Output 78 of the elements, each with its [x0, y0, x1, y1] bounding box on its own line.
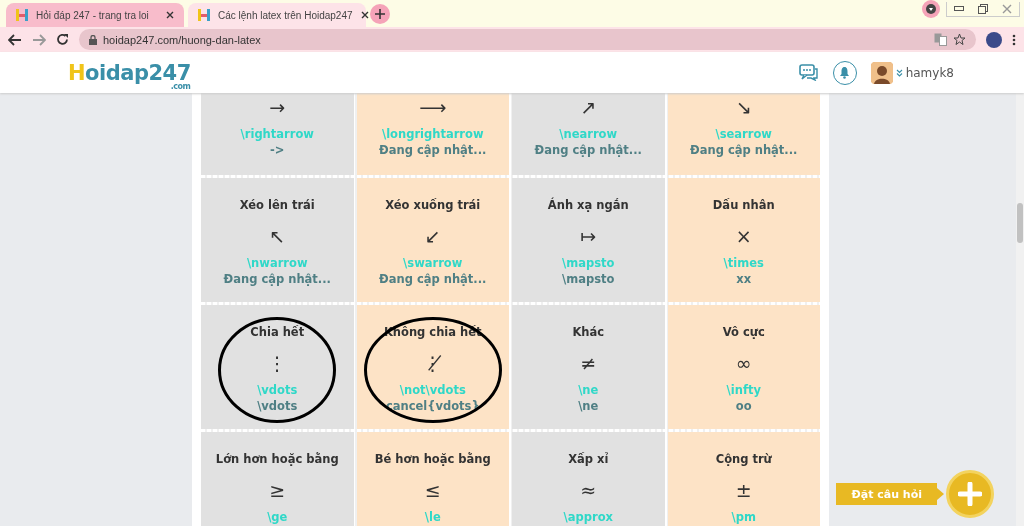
- ascii-syntax: ->: [270, 143, 285, 157]
- symbol-glyph: ↘: [735, 95, 752, 119]
- ascii-syntax: oo: [735, 399, 752, 413]
- symbol-glyph: ±: [735, 478, 752, 502]
- profile-avatar[interactable]: [986, 31, 1002, 48]
- ascii-syntax: \mapsto: [562, 272, 615, 286]
- ascii-syntax: \ne: [578, 399, 599, 413]
- browser-tab[interactable]: Hỏi đáp 247 - trang tra loi: [6, 3, 184, 27]
- symbol-glyph: ⋮̸: [423, 351, 443, 375]
- latex-command: \nwarrow: [246, 256, 308, 270]
- ascii-syntax: Đang cập nhật...: [690, 143, 798, 157]
- plus-icon: [375, 9, 385, 19]
- symbol-name: Xéo lên trái: [239, 198, 315, 214]
- back-icon[interactable]: [8, 33, 22, 46]
- site-logo-icon: [16, 8, 28, 22]
- reload-icon[interactable]: [56, 33, 69, 46]
- symbol-glyph: →: [269, 95, 286, 119]
- symbol-glyph: ↦: [580, 224, 597, 248]
- symbol-glyph: ≈: [580, 478, 597, 502]
- symbol-glyph: ↗: [580, 95, 597, 119]
- symbol-glyph: ≤: [424, 478, 441, 502]
- ascii-syntax: Đang cập nhật...: [379, 272, 487, 286]
- latex-command: \rightarrow: [240, 127, 314, 141]
- symbol-name: Xéo xuống trái: [385, 198, 481, 214]
- symbol-name: Bé hơn hoặc bằng: [374, 452, 491, 468]
- plus-icon: [958, 482, 982, 506]
- symbol-name: Chia hết: [250, 325, 305, 341]
- menu-icon[interactable]: [1012, 33, 1016, 46]
- symbol-glyph: ⋮: [267, 351, 287, 375]
- latex-command: \not\vdots: [399, 383, 466, 397]
- symbol-glyph: ≠: [580, 351, 597, 375]
- latex-command: \times: [723, 256, 764, 270]
- ascii-syntax: Đang cập nhật...: [379, 143, 487, 157]
- latex-command: \infty: [726, 383, 761, 397]
- ascii-syntax: cancel{vdots}: [385, 399, 480, 413]
- symbol-glyph: ↖: [269, 224, 286, 248]
- ascii-syntax: \vdots: [257, 399, 298, 413]
- star-icon[interactable]: [953, 33, 966, 46]
- translate-icon[interactable]: [934, 33, 947, 46]
- chevron-down-icon: [895, 68, 903, 77]
- address-field[interactable]: hoidap247.com/huong-dan-latex: [79, 29, 976, 50]
- latex-command: \mapsto: [562, 256, 615, 270]
- close-icon[interactable]: [166, 11, 174, 19]
- user-avatar: [870, 61, 893, 84]
- extension-icon[interactable]: [922, 0, 940, 18]
- symbol-name: Khác: [572, 325, 605, 341]
- ascii-syntax: xx: [736, 272, 752, 286]
- latex-command: \ne: [578, 383, 599, 397]
- latex-command: \approx: [563, 510, 613, 524]
- scrollbar[interactable]: [1016, 93, 1024, 526]
- latex-command: \le: [424, 510, 441, 524]
- latex-command: \swarrow: [403, 256, 463, 270]
- symbol-glyph: ×: [735, 224, 752, 248]
- symbol-name: Lớn hơn hoặc bằng: [215, 452, 339, 468]
- symbol-glyph: ∞: [735, 351, 752, 375]
- symbol-name: Cộng trừ: [715, 452, 772, 468]
- symbol-glyph: ≥: [269, 478, 286, 502]
- close-icon[interactable]: [360, 11, 369, 19]
- new-tab-button[interactable]: [370, 4, 390, 24]
- browser-tab[interactable]: Các lệnh latex trên Hoidap247: [188, 3, 366, 27]
- site-logo-icon: [198, 8, 210, 22]
- ascii-syntax: Đang cập nhật...: [534, 143, 642, 157]
- symbol-name: Xấp xỉ: [568, 452, 609, 468]
- ascii-syntax: Đang cập nhật...: [223, 272, 331, 286]
- latex-command: \vdots: [257, 383, 298, 397]
- symbol-name: Ánh xạ ngắn: [547, 198, 629, 214]
- latex-command: \ge: [267, 510, 288, 524]
- user-menu[interactable]: hamyk8: [870, 61, 954, 84]
- symbol-glyph: ⟶: [419, 95, 447, 119]
- symbol-name: Vô cực: [722, 325, 765, 341]
- symbol-name: Dấu nhân: [712, 198, 775, 214]
- latex-command: \nearrow: [559, 127, 618, 141]
- symbol-glyph: ↙: [424, 224, 441, 248]
- lock-icon: [89, 34, 97, 45]
- latex-command: \searrow: [715, 127, 772, 141]
- latex-command: \pm: [731, 510, 756, 524]
- chat-icon[interactable]: [798, 64, 819, 81]
- latex-command: \longrightarrow: [381, 127, 484, 141]
